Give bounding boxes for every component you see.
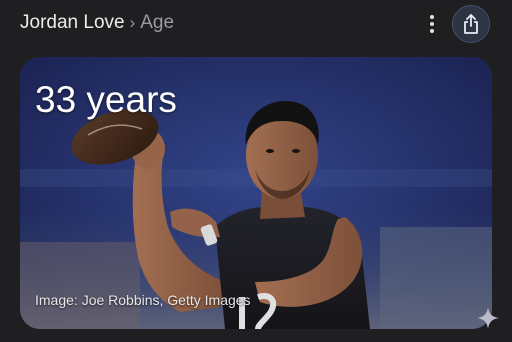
ai-sparkle-icon[interactable] [477, 307, 499, 329]
more-options-button[interactable] [420, 10, 444, 38]
share-icon [464, 14, 478, 34]
breadcrumb: Jordan Love › Age [20, 12, 174, 34]
image-credit: Image: Joe Robbins, Getty Images [35, 292, 251, 308]
age-answer-screen: Jordan Love › Age 33 years Image: Joe Ro… [0, 0, 512, 342]
share-button[interactable] [452, 5, 490, 43]
breadcrumb-entity[interactable]: Jordan Love [20, 12, 125, 34]
more-vertical-icon [430, 15, 434, 33]
age-result-card[interactable]: 33 years Image: Joe Robbins, Getty Image… [20, 57, 492, 329]
breadcrumb-attribute: Age [140, 12, 175, 33]
age-value: 33 years [35, 79, 177, 120]
header-bar: Jordan Love › Age [0, 0, 512, 50]
breadcrumb-separator: › [129, 13, 136, 32]
